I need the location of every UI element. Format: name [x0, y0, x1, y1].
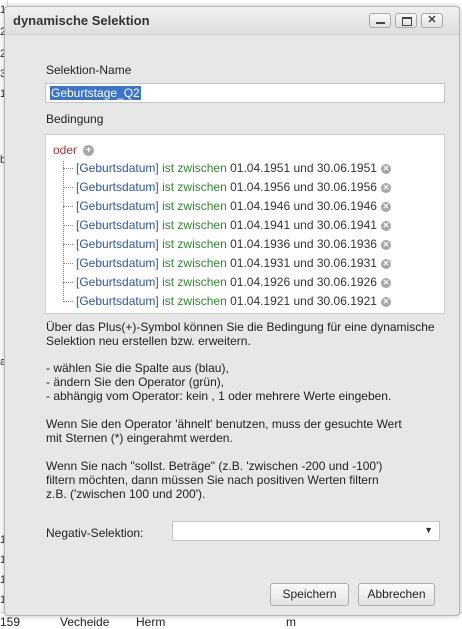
tree-branch — [63, 244, 73, 246]
condition-column[interactable]: [Geburtsdatum] — [76, 294, 159, 308]
title-bar[interactable]: dynamische Selektion ✕ — [5, 7, 459, 35]
tree-branch — [63, 225, 73, 227]
condition-and: und — [293, 180, 314, 194]
condition-tree: oder + [Geburtsdatum] ist zwischen 01.04… — [45, 134, 445, 314]
condition-column[interactable]: [Geburtsdatum] — [76, 180, 159, 194]
remove-condition-icon[interactable]: ✕ — [380, 220, 391, 231]
close-button[interactable]: ✕ — [421, 13, 443, 28]
condition-operator[interactable]: ist zwischen — [162, 275, 227, 289]
condition-value-to[interactable]: 30.06.1921 — [317, 294, 377, 308]
condition-row: [Geburtsdatum] ist zwischen 01.04.1926 u… — [63, 273, 391, 292]
bg-cell: 159 — [0, 615, 21, 629]
condition-column[interactable]: [Geburtsdatum] — [76, 256, 159, 270]
condition-and: und — [293, 237, 314, 251]
condition-and: und — [293, 275, 314, 289]
negative-selection-select[interactable]: ▼ — [172, 521, 440, 541]
minimize-icon — [370, 14, 390, 27]
condition-row: [Geburtsdatum] ist zwischen 01.04.1956 u… — [63, 178, 391, 197]
condition-value-to[interactable]: 30.06.1951 — [317, 161, 377, 175]
condition-operator[interactable]: ist zwischen — [162, 237, 227, 251]
remove-condition-icon[interactable]: ✕ — [380, 163, 391, 174]
condition-value-from[interactable]: 01.04.1926 — [230, 275, 290, 289]
bg-cell: Herm — [136, 615, 166, 629]
maximize-icon — [396, 14, 416, 27]
condition-and: und — [293, 161, 314, 175]
condition-value-to[interactable]: 30.06.1946 — [317, 199, 377, 213]
remove-condition-icon[interactable]: ✕ — [380, 277, 391, 288]
condition-value-to[interactable]: 30.06.1941 — [317, 218, 377, 232]
condition-column[interactable]: [Geburtsdatum] — [76, 275, 159, 289]
selection-name-value: Geburtstage_Q2 — [50, 86, 141, 100]
condition-operator[interactable]: ist zwischen — [162, 256, 227, 270]
condition-column[interactable]: [Geburtsdatum] — [76, 161, 159, 175]
condition-value-from[interactable]: 01.04.1941 — [230, 218, 290, 232]
remove-condition-icon[interactable]: ✕ — [380, 296, 391, 307]
condition-row: [Geburtsdatum] ist zwischen 01.04.1931 u… — [63, 254, 391, 273]
condition-value-to[interactable]: 30.06.1931 — [317, 256, 377, 270]
tree-branch — [63, 263, 73, 265]
remove-condition-icon[interactable]: ✕ — [380, 201, 391, 212]
condition-value-from[interactable]: 01.04.1951 — [230, 161, 290, 175]
condition-operator[interactable]: ist zwischen — [162, 218, 227, 232]
condition-value-from[interactable]: 01.04.1921 — [230, 294, 290, 308]
condition-operator[interactable]: ist zwischen — [162, 294, 227, 308]
selection-name-label: Selektion-Name — [46, 63, 132, 77]
condition-and: und — [293, 256, 314, 270]
selection-name-input[interactable]: Geburtstage_Q2 — [45, 83, 445, 103]
condition-and: und — [293, 294, 314, 308]
condition-row: [Geburtsdatum] ist zwischen 01.04.1941 u… — [63, 216, 391, 235]
condition-value-to[interactable]: 30.06.1956 — [317, 180, 377, 194]
tree-branch — [63, 168, 73, 170]
condition-row: [Geburtsdatum] ist zwischen 01.04.1946 u… — [63, 197, 391, 216]
condition-column[interactable]: [Geburtsdatum] — [76, 199, 159, 213]
dynamic-selection-dialog: dynamische Selektion ✕ Selektion-Name Ge… — [4, 6, 460, 616]
remove-condition-icon[interactable]: ✕ — [380, 258, 391, 269]
cancel-button[interactable]: Abbrechen — [358, 583, 435, 606]
maximize-button[interactable] — [395, 13, 417, 28]
negative-selection-label: Negativ-Selektion: — [46, 526, 144, 540]
close-icon: ✕ — [427, 14, 437, 26]
bg-cell: Vecheide — [60, 615, 110, 629]
help-text-similar: Wenn Sie den Operator 'ähnelt' benutzen,… — [46, 417, 402, 445]
help-text-steps: - wählen Sie die Spalte aus (blau), - än… — [46, 361, 392, 403]
bg-cell: m — [286, 615, 296, 629]
condition-operator[interactable]: ist zwischen — [162, 180, 227, 194]
condition-value-from[interactable]: 01.04.1931 — [230, 256, 290, 270]
condition-column[interactable]: [Geburtsdatum] — [76, 237, 159, 251]
condition-value-from[interactable]: 01.04.1946 — [230, 199, 290, 213]
tree-branch — [63, 301, 73, 303]
condition-column[interactable]: [Geburtsdatum] — [76, 218, 159, 232]
remove-condition-icon[interactable]: ✕ — [380, 182, 391, 193]
condition-row: [Geburtsdatum] ist zwischen 01.04.1921 u… — [63, 292, 391, 311]
tree-branch — [63, 282, 73, 284]
dialog-title: dynamische Selektion — [13, 13, 150, 28]
save-button[interactable]: Speichern — [270, 583, 349, 606]
condition-value-from[interactable]: 01.04.1936 — [230, 237, 290, 251]
condition-operator[interactable]: ist zwischen — [162, 161, 227, 175]
condition-label: Bedingung — [46, 112, 104, 126]
condition-root-operator[interactable]: oder — [53, 143, 77, 157]
help-text-plus: Über das Plus(+)-Symbol können Sie die B… — [46, 320, 435, 348]
condition-row: [Geburtsdatum] ist zwischen 01.04.1936 u… — [63, 235, 391, 254]
condition-value-from[interactable]: 01.04.1956 — [230, 180, 290, 194]
condition-and: und — [293, 199, 314, 213]
add-condition-icon[interactable]: + — [83, 145, 94, 156]
tree-branch — [63, 187, 73, 189]
condition-operator[interactable]: ist zwischen — [162, 199, 227, 213]
condition-value-to[interactable]: 30.06.1926 — [317, 275, 377, 289]
help-text-amounts: Wenn Sie nach "sollst. Beträge" (z.B. 'z… — [46, 459, 383, 501]
condition-row: [Geburtsdatum] ist zwischen 01.04.1951 u… — [63, 159, 391, 178]
condition-value-to[interactable]: 30.06.1936 — [317, 237, 377, 251]
tree-branch — [63, 206, 73, 208]
remove-condition-icon[interactable]: ✕ — [380, 239, 391, 250]
minimize-button[interactable] — [369, 13, 391, 28]
condition-and: und — [293, 218, 314, 232]
chevron-down-icon: ▼ — [424, 525, 433, 535]
